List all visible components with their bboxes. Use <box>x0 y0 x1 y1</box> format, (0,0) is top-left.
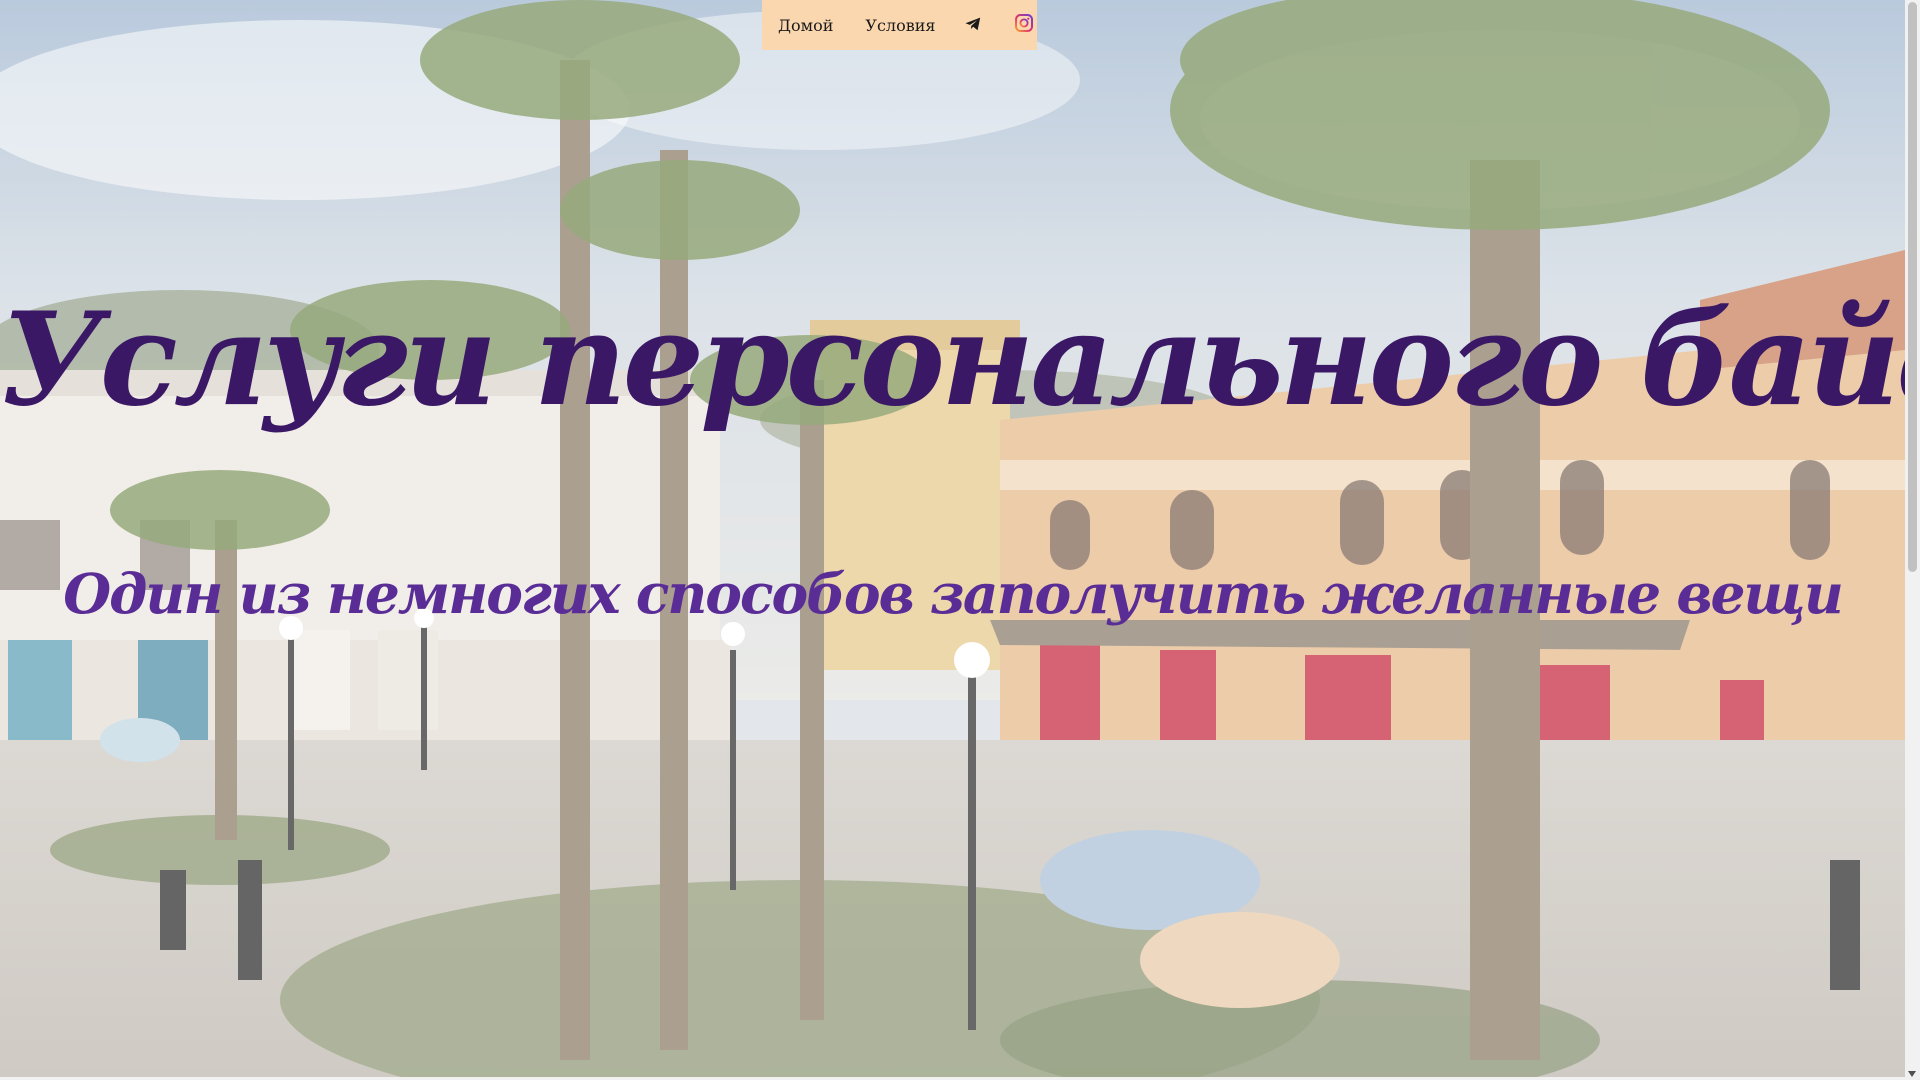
page-subtitle: Один из немногих способов заполучить жел… <box>63 560 1844 626</box>
scroll-down-arrow-icon[interactable] <box>1908 1071 1916 1077</box>
telegram-icon <box>965 16 981 35</box>
instagram-icon <box>1015 14 1034 36</box>
page-title: Услуги персонального байера <box>0 284 1920 435</box>
page: Домой Условия Услуги персонального бай О… <box>0 0 1920 1080</box>
instagram-link[interactable] <box>1015 14 1034 36</box>
telegram-link[interactable] <box>965 16 981 35</box>
nav-home-link[interactable]: Домой <box>778 16 833 35</box>
scrollbar-thumb[interactable] <box>1908 2 1917 572</box>
nav-terms-link[interactable]: Условия <box>865 16 935 35</box>
top-navigation: Домой Условия <box>762 0 1037 50</box>
vertical-scrollbar[interactable] <box>1905 0 1920 1080</box>
background-veil <box>0 0 1905 1080</box>
